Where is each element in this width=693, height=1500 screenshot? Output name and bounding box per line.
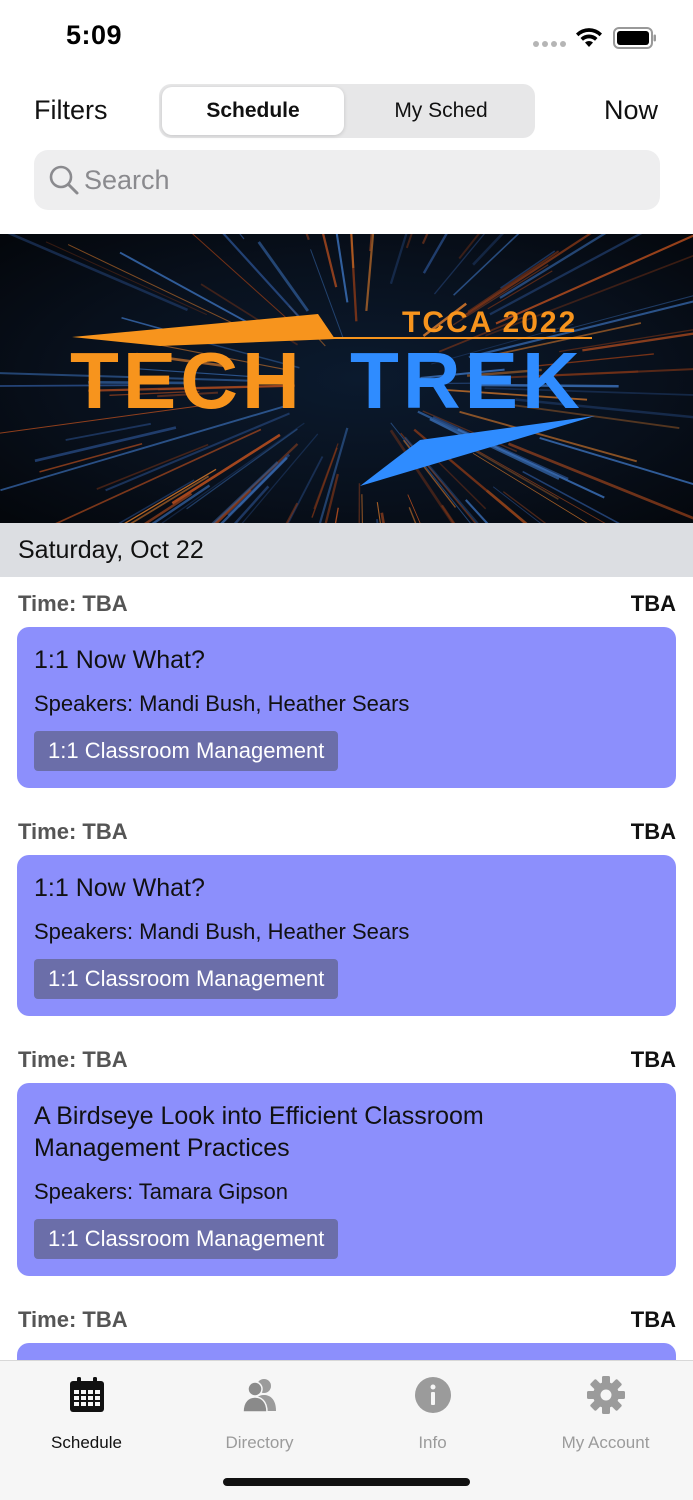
day-label: Saturday, Oct 22 xyxy=(18,536,204,564)
banner-word-left: TECH xyxy=(70,336,304,425)
session-speakers: Speakers: Mandi Bush, Heather Sears xyxy=(34,691,410,716)
session-title: A Birdseye Look into Efficient Classroom… xyxy=(34,1102,484,1162)
session-time: Time: TBA xyxy=(18,591,128,616)
tab-label: Directory xyxy=(225,1433,294,1452)
segment-schedule[interactable]: Schedule xyxy=(162,87,344,135)
search-icon xyxy=(49,165,79,195)
banner-word-right: TREK xyxy=(350,336,584,425)
session-time-row: Time: TBA TBA xyxy=(0,1297,693,1337)
search-bar xyxy=(34,150,660,210)
session-card[interactable] xyxy=(17,1343,676,1360)
banner-subtitle: TCCA 2022 xyxy=(402,306,577,339)
tab-schedule[interactable]: Schedule xyxy=(0,1375,173,1465)
banner-ray xyxy=(358,483,361,523)
session-time-row: Time: TBA TBA xyxy=(0,809,693,849)
tab-info[interactable]: Info xyxy=(346,1375,519,1465)
session-title: 1:1 Now What? xyxy=(34,646,205,674)
tab-label: My Account xyxy=(561,1433,650,1452)
session-location: TBA xyxy=(630,1307,676,1332)
session-card[interactable]: A Birdseye Look into Efficient Classroom… xyxy=(17,1083,676,1276)
info-icon xyxy=(414,1377,451,1413)
session-time: Time: TBA xyxy=(18,1307,128,1332)
session-time: Time: TBA xyxy=(18,1047,128,1072)
people-icon xyxy=(241,1379,276,1413)
tab-label: Info xyxy=(418,1433,447,1452)
session-time-row: Time: TBA TBA xyxy=(0,1037,693,1077)
session-title: 1:1 Now What? xyxy=(34,874,205,902)
session-list[interactable]: Time: TBA TBA 1:1 Now What? Speakers: Ma… xyxy=(0,577,693,1360)
session-card[interactable]: 1:1 Now What? Speakers: Mandi Bush, Heat… xyxy=(17,855,676,1016)
session-time: Time: TBA xyxy=(18,819,128,844)
filters-button[interactable]: Filters xyxy=(34,95,108,126)
home-indicator xyxy=(223,1478,470,1486)
tab-my-account[interactable]: My Account xyxy=(519,1375,692,1465)
wifi-icon xyxy=(576,28,602,47)
status-bar: 5:09 xyxy=(0,0,693,80)
session-speakers: Speakers: Mandi Bush, Heather Sears xyxy=(34,919,410,944)
gear-icon xyxy=(586,1376,625,1414)
battery-icon xyxy=(613,27,656,49)
banner-artwork: TCCA 2022 TECH TREK xyxy=(0,234,693,523)
session-location: TBA xyxy=(630,1047,676,1072)
tab-directory[interactable]: Directory xyxy=(173,1375,346,1465)
session-card[interactable]: 1:1 Now What? Speakers: Mandi Bush, Heat… xyxy=(17,627,676,788)
status-time: 5:09 xyxy=(66,20,123,50)
session-tag: 1:1 Classroom Management xyxy=(34,731,339,771)
segment-my-sched[interactable]: My Sched xyxy=(350,87,532,135)
session-tag: 1:1 Classroom Management xyxy=(34,959,339,999)
cellular-signal-icon xyxy=(533,41,566,47)
session-tag: 1:1 Classroom Management xyxy=(34,1219,339,1259)
session-speakers: Speakers: Tamara Gipson xyxy=(34,1179,288,1204)
search-input[interactable] xyxy=(84,150,644,210)
session-time-row: Time: TBA TBA xyxy=(0,581,693,621)
session-location: TBA xyxy=(630,819,676,844)
now-button[interactable]: Now xyxy=(604,95,658,126)
schedule-segmented-control: Schedule My Sched xyxy=(159,84,535,138)
session-location: TBA xyxy=(630,591,676,616)
tab-label: Schedule xyxy=(51,1433,122,1452)
event-banner: TCCA 2022 TECH TREK xyxy=(0,234,693,523)
calendar-icon xyxy=(69,1377,104,1412)
day-header: Saturday, Oct 22 xyxy=(0,523,693,577)
